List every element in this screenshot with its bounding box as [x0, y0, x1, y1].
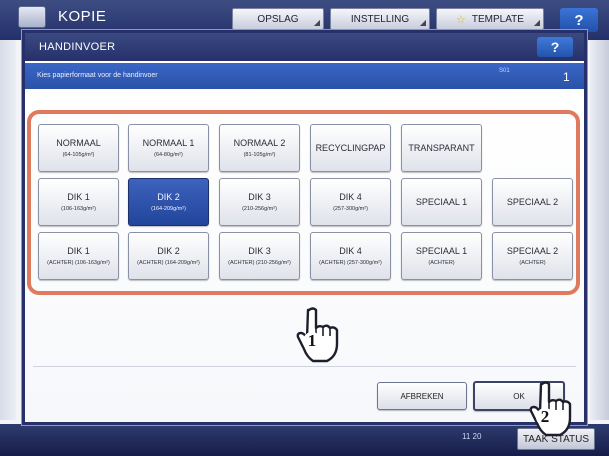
- paper-label: DIK 3: [248, 191, 271, 202]
- copy-mode-icon: [18, 6, 46, 28]
- paper-weight: (81-105g/m²): [243, 151, 276, 158]
- tab-opslag[interactable]: OPSLAG ◢: [232, 8, 324, 30]
- paper-label: DIK 4: [339, 191, 362, 202]
- right-panel-edge: [590, 40, 609, 420]
- paper-weight: (210-256g/m²): [242, 205, 277, 212]
- paper-label: DIK 3: [248, 245, 271, 256]
- step-1-marker: 1: [303, 331, 321, 350]
- page-number: 1: [563, 70, 570, 84]
- step-2-marker: 2: [536, 407, 554, 426]
- tab-instelling[interactable]: INSTELLING ◢: [330, 8, 430, 30]
- paper-dik-4-back-button[interactable]: DIK 4 (ACHTER) (257-300g/m²): [310, 232, 391, 280]
- paper-recyclingpap-button[interactable]: RECYCLINGPAP: [310, 124, 391, 172]
- paper-transparant-button[interactable]: TRANSPARANT: [401, 124, 482, 172]
- corner-caret-icon: ◢: [313, 18, 320, 27]
- paper-weight: (106-163g/m²): [61, 205, 96, 212]
- paper-label: DIK 1: [67, 245, 90, 256]
- paper-label: DIK 2: [157, 245, 180, 256]
- paper-label: RECYCLINGPAP: [315, 142, 386, 153]
- bypass-dialog: HANDINVOER ? Kies papierformaat voor de …: [22, 30, 587, 425]
- tab-label: TEMPLATE: [471, 13, 524, 25]
- app-title: KOPIE: [58, 8, 107, 25]
- clock: 11 20: [462, 432, 482, 441]
- paper-weight: (ACHTER) (257-300g/m²): [319, 259, 382, 266]
- paper-dik-2-back-button[interactable]: DIK 2 (ACHTER) (164-209g/m²): [128, 232, 209, 280]
- paper-label: DIK 2: [157, 191, 180, 202]
- paper-weight: (ACHTER): [519, 259, 546, 266]
- message-code: S01: [499, 68, 510, 74]
- message-bar: Kies papierformaat voor de handinvoer S0…: [25, 63, 584, 89]
- paper-label: NORMAAL 2: [233, 137, 286, 148]
- divider: [33, 366, 576, 367]
- paper-weight: (257-300g/m²): [333, 205, 368, 212]
- left-panel-edge: [0, 40, 16, 420]
- paper-normaal-1-button[interactable]: NORMAAL 1 (64-80g/m²): [128, 124, 209, 172]
- tab-template[interactable]: ☆ TEMPLATE ◢: [436, 8, 544, 30]
- paper-dik-3-back-button[interactable]: DIK 3 (ACHTER) (210-256g/m²): [219, 232, 300, 280]
- paper-speciaal-1-button[interactable]: SPECIAAL 1: [401, 178, 482, 226]
- dialog-title: HANDINVOER: [39, 41, 116, 53]
- paper-weight: (ACHTER) (210-256g/m²): [228, 259, 291, 266]
- paper-dik-4-button[interactable]: DIK 4 (257-300g/m²): [310, 178, 391, 226]
- tab-label: OPSLAG: [257, 13, 299, 25]
- paper-label: DIK 4: [339, 245, 362, 256]
- star-icon: ☆: [456, 13, 466, 26]
- paper-speciaal-1-back-button[interactable]: SPECIAAL 1 (ACHTER): [401, 232, 482, 280]
- paper-normaal-2-button[interactable]: NORMAAL 2 (81-105g/m²): [219, 124, 300, 172]
- instruction-message: Kies papierformaat voor de handinvoer: [37, 72, 158, 79]
- corner-caret-icon: ◢: [419, 18, 426, 27]
- paper-label: NORMAAL 1: [142, 137, 195, 148]
- paper-label: SPECIAAL 1: [415, 196, 468, 207]
- paper-label: SPECIAAL 1: [415, 245, 468, 256]
- cancel-button[interactable]: AFBREKEN: [377, 382, 467, 410]
- paper-label: SPECIAAL 2: [506, 196, 559, 207]
- dialog-header: HANDINVOER ?: [25, 33, 584, 61]
- paper-weight: (ACHTER) (106-163g/m²): [47, 259, 110, 266]
- paper-label: DIK 1: [67, 191, 90, 202]
- paper-label: SPECIAAL 2: [506, 245, 559, 256]
- pointing-hand-icon: [526, 380, 576, 438]
- paper-speciaal-2-back-button[interactable]: SPECIAAL 2 (ACHTER): [492, 232, 573, 280]
- paper-dik-3-button[interactable]: DIK 3 (210-256g/m²): [219, 178, 300, 226]
- paper-weight: (64-105g/m²): [62, 151, 95, 158]
- corner-caret-icon: ◢: [533, 18, 540, 27]
- paper-dik-1-back-button[interactable]: DIK 1 (ACHTER) (106-163g/m²): [38, 232, 119, 280]
- paper-dik-2-button[interactable]: DIK 2 (164-209g/m²): [128, 178, 209, 226]
- paper-weight: (64-80g/m²): [154, 151, 183, 158]
- paper-normaal-button[interactable]: NORMAAL (64-105g/m²): [38, 124, 119, 172]
- paper-weight: (ACHTER): [428, 259, 455, 266]
- paper-label: NORMAAL: [56, 137, 101, 148]
- paper-weight: (164-209g/m²): [151, 205, 186, 212]
- paper-weight: (ACHTER) (164-209g/m²): [137, 259, 200, 266]
- paper-label: TRANSPARANT: [408, 142, 475, 153]
- dialog-help-button[interactable]: ?: [537, 37, 573, 57]
- paper-dik-1-button[interactable]: DIK 1 (106-163g/m²): [38, 178, 119, 226]
- paper-speciaal-2-button[interactable]: SPECIAAL 2: [492, 178, 573, 226]
- tab-label: INSTELLING: [350, 13, 410, 25]
- help-button[interactable]: ?: [560, 8, 598, 32]
